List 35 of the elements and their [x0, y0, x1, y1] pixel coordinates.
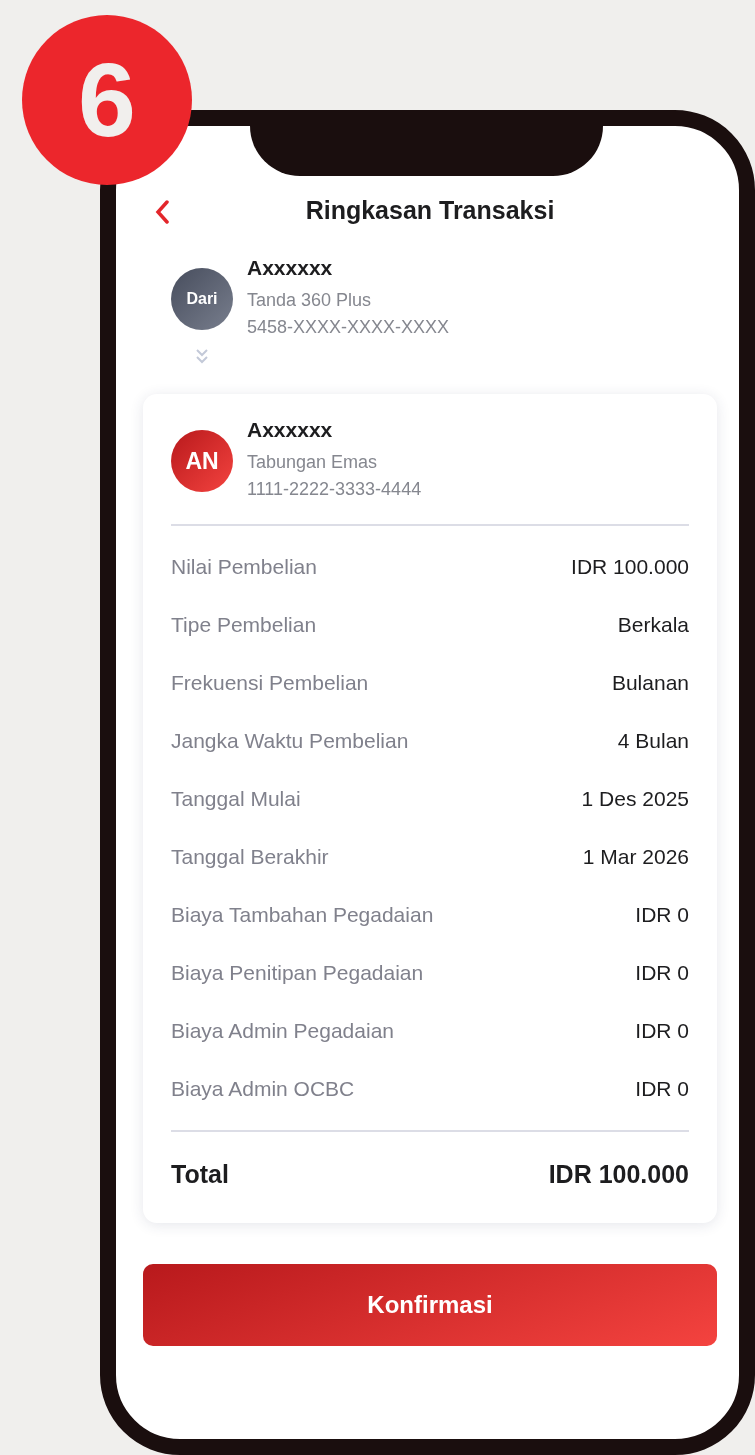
account-number: 1111-2222-3333-4444	[247, 479, 422, 500]
total-label: Total	[171, 1160, 229, 1189]
step-number-badge: 6	[22, 15, 192, 185]
detail-value: IDR 0	[635, 903, 689, 927]
detail-label: Biaya Penitipan Pegadaian	[171, 961, 424, 985]
detail-value: Bulanan	[611, 671, 689, 695]
confirm-button[interactable]: Konfirmasi	[143, 1264, 717, 1346]
detail-label: Biaya Admin OCBC	[171, 1077, 355, 1101]
detail-value: IDR 100.000	[571, 555, 689, 579]
detail-value: IDR 0	[635, 961, 689, 985]
account-holder-name: Axxxxxx	[247, 418, 334, 442]
detail-label: Tanggal Berakhir	[171, 845, 329, 869]
detail-label: Biaya Admin Pegadaian	[171, 1019, 394, 1043]
product-name: Tabungan Emas	[247, 452, 379, 473]
detail-label: Biaya Tambahan Pegadaian	[171, 903, 434, 927]
detail-label: Tipe Pembelian	[171, 613, 317, 637]
detail-value: 1 Mar 2026	[582, 845, 689, 869]
account-holder-name: Axxxxxx	[247, 256, 334, 280]
detail-value: IDR 0	[635, 1019, 689, 1043]
detail-value: 4 Bulan	[617, 729, 689, 753]
account-number: 5458-XXXX-XXXX-XXXX	[247, 317, 450, 338]
product-name: Tanda 360 Plus	[247, 290, 373, 311]
detail-value: IDR 0	[635, 1077, 689, 1101]
detail-value: 1 Des 2025	[581, 787, 689, 811]
double-chevron-down-icon	[195, 348, 209, 364]
detail-label: Nilai Pembelian	[171, 555, 317, 579]
screen-title: Ringkasan Transaksi	[305, 195, 555, 225]
detail-label: Jangka Waktu Pembelian	[171, 729, 409, 753]
detail-label: Frekuensi Pembelian	[171, 671, 369, 695]
total-value: IDR 100.000	[548, 1160, 689, 1189]
avatar-initials: Dari	[171, 268, 233, 330]
avatar-initials: AN	[171, 430, 233, 492]
back-icon[interactable]	[155, 200, 169, 224]
detail-label: Tanggal Mulai	[171, 787, 301, 811]
detail-value: Berkala	[617, 613, 689, 637]
